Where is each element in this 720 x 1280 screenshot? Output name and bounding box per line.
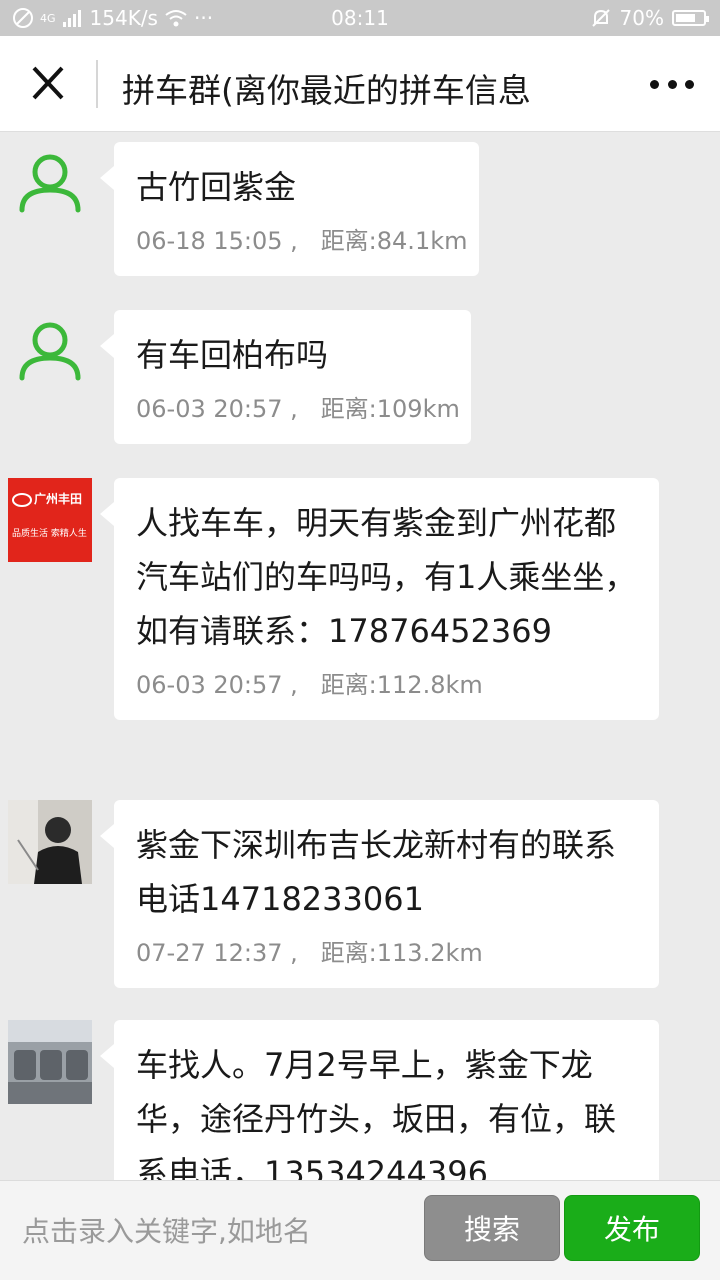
title-bar: 拼车群(离你最近的拼车信息 <box>0 36 720 132</box>
more-dot-icon <box>685 79 694 89</box>
message-text: 紫金下深圳布吉长龙新村有的联系电话14718233061 <box>136 826 617 918</box>
avatar[interactable] <box>8 1020 92 1104</box>
post-meta: 06-18 15:05 , 距离:84.1km <box>136 227 468 255</box>
avatar[interactable] <box>8 800 92 884</box>
search-button[interactable]: 搜索 <box>424 1195 560 1261</box>
status-bar: 4G 154K/s ··· 08:11 70% <box>0 0 720 36</box>
close-button[interactable] <box>22 60 74 108</box>
battery-percent: 70% <box>619 6 664 30</box>
more-dot-icon <box>667 79 677 89</box>
title-divider <box>96 60 98 108</box>
brand-logo-text: 广州丰田 <box>34 492 83 506</box>
post-meta: 06-03 20:57 , 距离:109km <box>136 395 460 423</box>
post-distance: 距离:84.1km <box>320 227 468 255</box>
bottom-bar: 搜索 发布 <box>0 1180 720 1280</box>
person-icon <box>19 154 81 213</box>
post-distance: 距离:113.2km <box>320 939 483 967</box>
post-time: 06-18 15:05 <box>136 227 283 255</box>
person-icon <box>19 322 81 381</box>
photo-person-icon <box>8 800 92 884</box>
message-bubble[interactable]: 紫金下深圳布吉长龙新村有的联系电话14718233061 07-27 12:37… <box>100 800 659 988</box>
post-distance: 距离:109km <box>320 395 460 423</box>
post-meta: 06-03 20:57 , 距离:112.8km <box>136 671 483 699</box>
post-distance: 距离:112.8km <box>320 671 483 699</box>
message-bubble[interactable]: 有车回柏布吗 06-03 20:57 , 距离:109km <box>100 310 471 444</box>
post-time: 07-27 12:37 <box>136 939 283 967</box>
avatar[interactable] <box>8 142 92 226</box>
bell-muted-icon <box>591 9 610 27</box>
page-title: 拼车群(离你最近的拼车信息 <box>122 71 531 110</box>
post-time: 06-03 20:57 <box>136 395 283 423</box>
message-bubble[interactable]: 古竹回紫金 06-18 15:05 , 距离:84.1km <box>100 142 479 276</box>
battery-icon <box>672 10 709 26</box>
photo-car-seats-icon <box>8 1020 92 1104</box>
post-button[interactable]: 发布 <box>564 1195 700 1261</box>
message-text: 人找车车，明天有紫金到广州花都汽车站们的车吗吗，有1人乘坐坐，如有请联系：178… <box>136 504 637 650</box>
message-text: 车找人。7月2号早上，紫金下龙华，途径丹竹头，坂田，有位，联系电话，135342… <box>136 1046 617 1180</box>
brand-logo-slogan: 品质生活 索精人生 <box>12 529 87 539</box>
message-text: 有车回柏布吗 <box>136 336 329 374</box>
more-menu-button[interactable] <box>650 70 694 98</box>
more-dot-icon <box>650 79 659 89</box>
close-icon <box>32 66 64 100</box>
message-bubble[interactable]: 车找人。7月2号早上，紫金下龙华，途径丹竹头，坂田，有位，联系电话，135342… <box>100 1020 659 1180</box>
avatar[interactable] <box>8 310 92 394</box>
search-input[interactable] <box>22 1211 412 1251</box>
message-bubble[interactable]: 人找车车，明天有紫金到广州花都汽车站们的车吗吗，有1人乘坐坐，如有请联系：178… <box>100 478 659 720</box>
post-meta: 07-27 12:37 , 距离:113.2km <box>136 939 483 967</box>
post-time: 06-03 20:57 <box>136 671 283 699</box>
message-text: 古竹回紫金 <box>136 168 297 206</box>
avatar[interactable]: 广州丰田 品质生活 索精人生 <box>8 478 92 562</box>
post-feed[interactable]: 古竹回紫金 06-18 15:05 , 距离:84.1km 有车回柏布吗 06-… <box>0 132 720 1180</box>
